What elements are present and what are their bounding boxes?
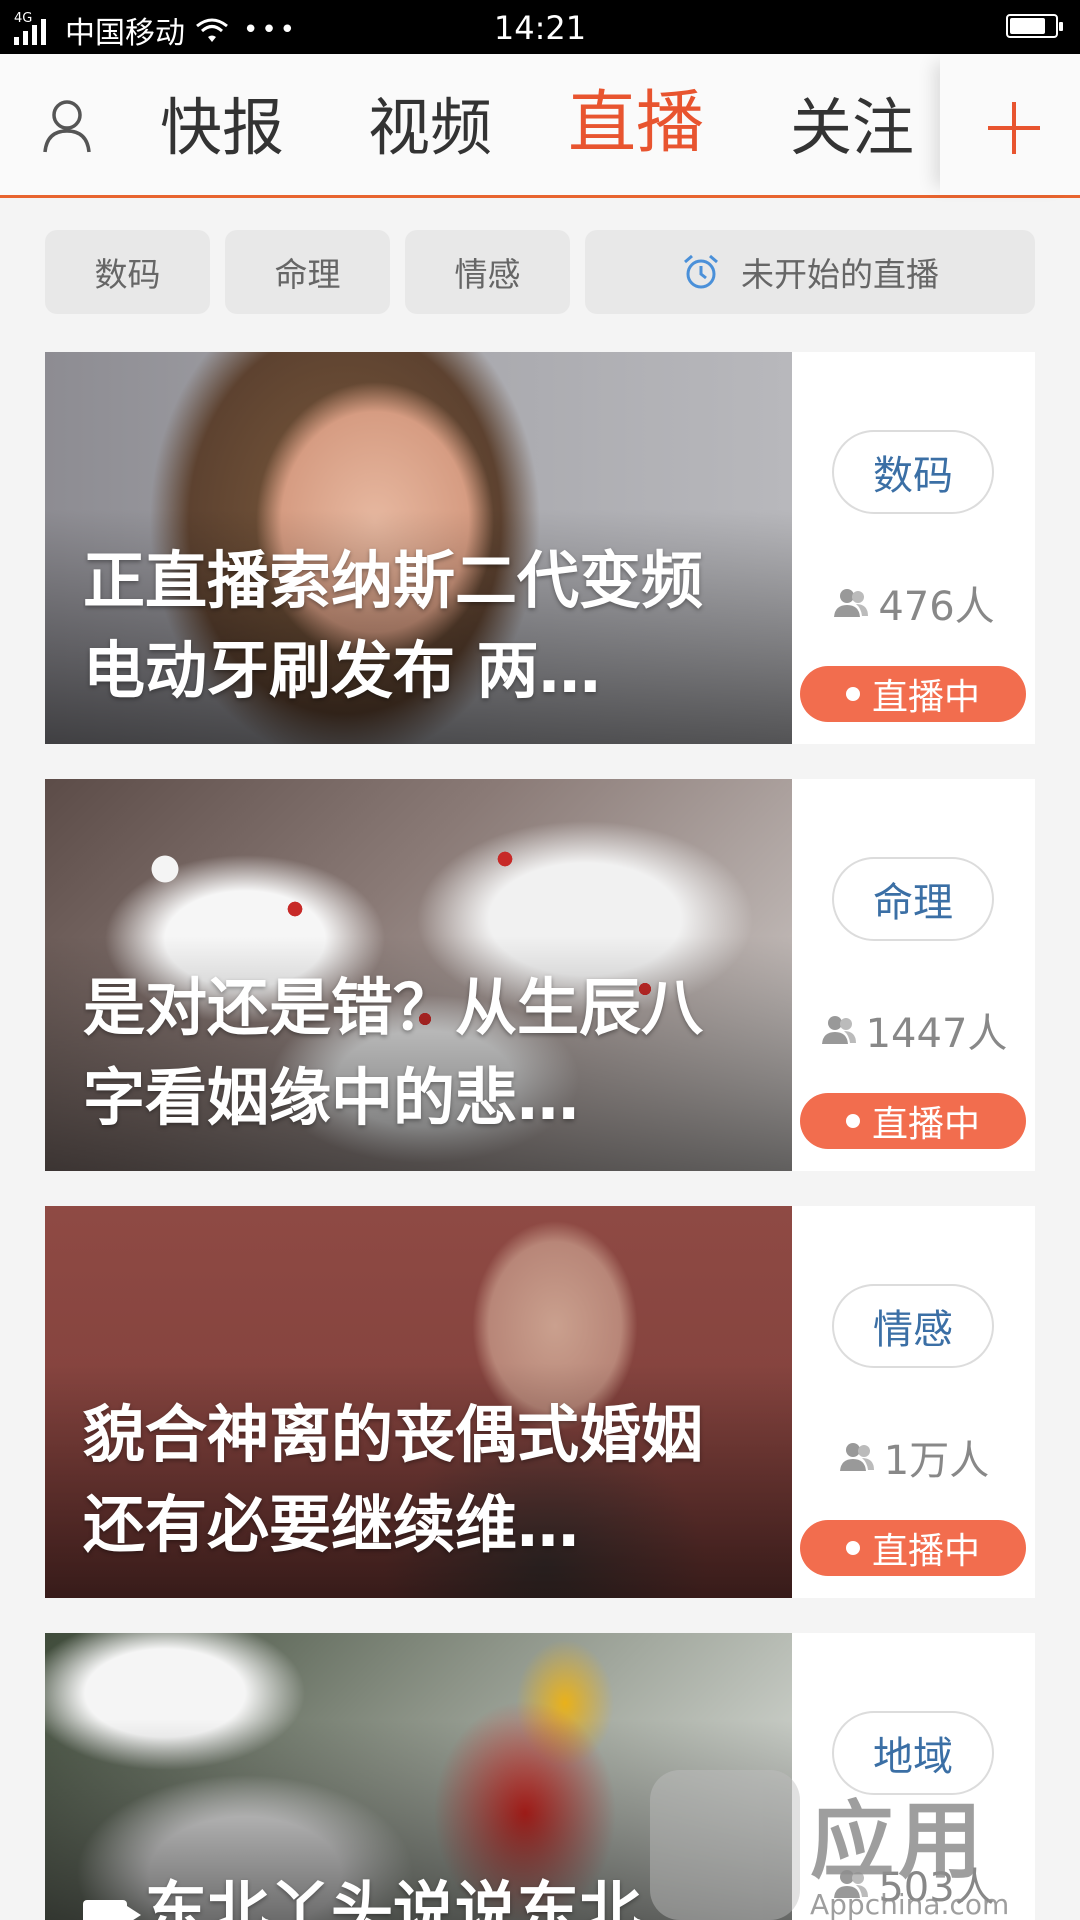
video-camera-icon [83, 1899, 141, 1920]
card-title-text: 东北丫头说说东北 [145, 1874, 642, 1920]
chip-emotion[interactable]: 情感 [405, 230, 570, 314]
user-icon[interactable] [42, 98, 92, 154]
upcoming-live-button[interactable]: 未开始的直播 [585, 230, 1035, 314]
watermark-logo-icon [650, 1770, 800, 1920]
clock: 14:21 [493, 9, 587, 47]
viewer-count-label: 476人 [878, 584, 995, 630]
status-bar: 4G 中国移动 ••• 14:21 [0, 0, 1080, 54]
category-tag[interactable]: 情感 [832, 1284, 994, 1368]
viewer-count: 476人 [792, 574, 1035, 632]
tab-kuaibao[interactable]: 快报 [160, 90, 284, 166]
viewer-count: 1万人 [792, 1428, 1035, 1486]
chip-fortune[interactable]: 命理 [225, 230, 390, 314]
battery-icon [1006, 14, 1063, 38]
card-title: 貌合神离的丧偶式婚姻 还有必要继续维… [83, 1398, 704, 1561]
live-status-label: 直播中 [871, 1104, 980, 1145]
appchina-watermark: 应用汇 Appchina.com [650, 1770, 1070, 1920]
live-card[interactable]: 是对还是错？从生辰八字看姻缘中的悲… 命理 1447人 直播中 [45, 779, 1035, 1171]
category-tag[interactable]: 数码 [832, 430, 994, 514]
live-status-badge: 直播中 [800, 1093, 1026, 1149]
card-title: 正直播索纳斯二代变频电动牙刷发布 两… [83, 544, 704, 707]
live-status-badge: 直播中 [800, 666, 1026, 722]
live-dot-icon [845, 1114, 860, 1128]
live-dot-icon [845, 1541, 860, 1555]
viewer-count-label: 1447人 [865, 1011, 1008, 1057]
chip-digital[interactable]: 数码 [45, 230, 210, 314]
card-thumbnail[interactable]: 是对还是错？从生辰八字看姻缘中的悲… [45, 779, 792, 1171]
tab-video[interactable]: 视频 [368, 90, 492, 166]
live-status-badge: 直播中 [800, 1520, 1026, 1576]
people-icon [834, 589, 869, 617]
card-title: 是对还是错？从生辰八字看姻缘中的悲… [83, 971, 704, 1134]
live-dot-icon [845, 687, 860, 701]
upcoming-live-label: 未开始的直播 [741, 255, 939, 294]
people-icon [821, 1016, 856, 1044]
viewer-count: 1447人 [792, 1001, 1035, 1059]
live-status-label: 直播中 [871, 1531, 980, 1572]
category-tag[interactable]: 命理 [832, 857, 994, 941]
alarm-clock-icon [684, 254, 718, 289]
tab-live[interactable]: 直播 [568, 86, 704, 162]
live-card[interactable]: 正直播索纳斯二代变频电动牙刷发布 两… 数码 476人 直播中 [45, 352, 1035, 744]
card-thumbnail[interactable]: 正直播索纳斯二代变频电动牙刷发布 两… [45, 352, 792, 744]
card-title: 东北丫头说说东北 [83, 1866, 748, 1920]
top-nav: 快报 视频 直播 关注 [0, 54, 1080, 198]
tab-follow[interactable]: 关注 [790, 90, 914, 166]
live-card[interactable]: 貌合神离的丧偶式婚姻 还有必要继续维… 情感 1万人 直播中 [45, 1206, 1035, 1598]
viewer-count-label: 1万人 [883, 1438, 990, 1484]
card-thumbnail[interactable]: 貌合神离的丧偶式婚姻 还有必要继续维… [45, 1206, 792, 1598]
watermark-url: Appchina.com [810, 1888, 1010, 1920]
live-status-label: 直播中 [871, 677, 980, 718]
add-channel-icon[interactable] [988, 102, 1040, 154]
people-icon [839, 1443, 874, 1471]
